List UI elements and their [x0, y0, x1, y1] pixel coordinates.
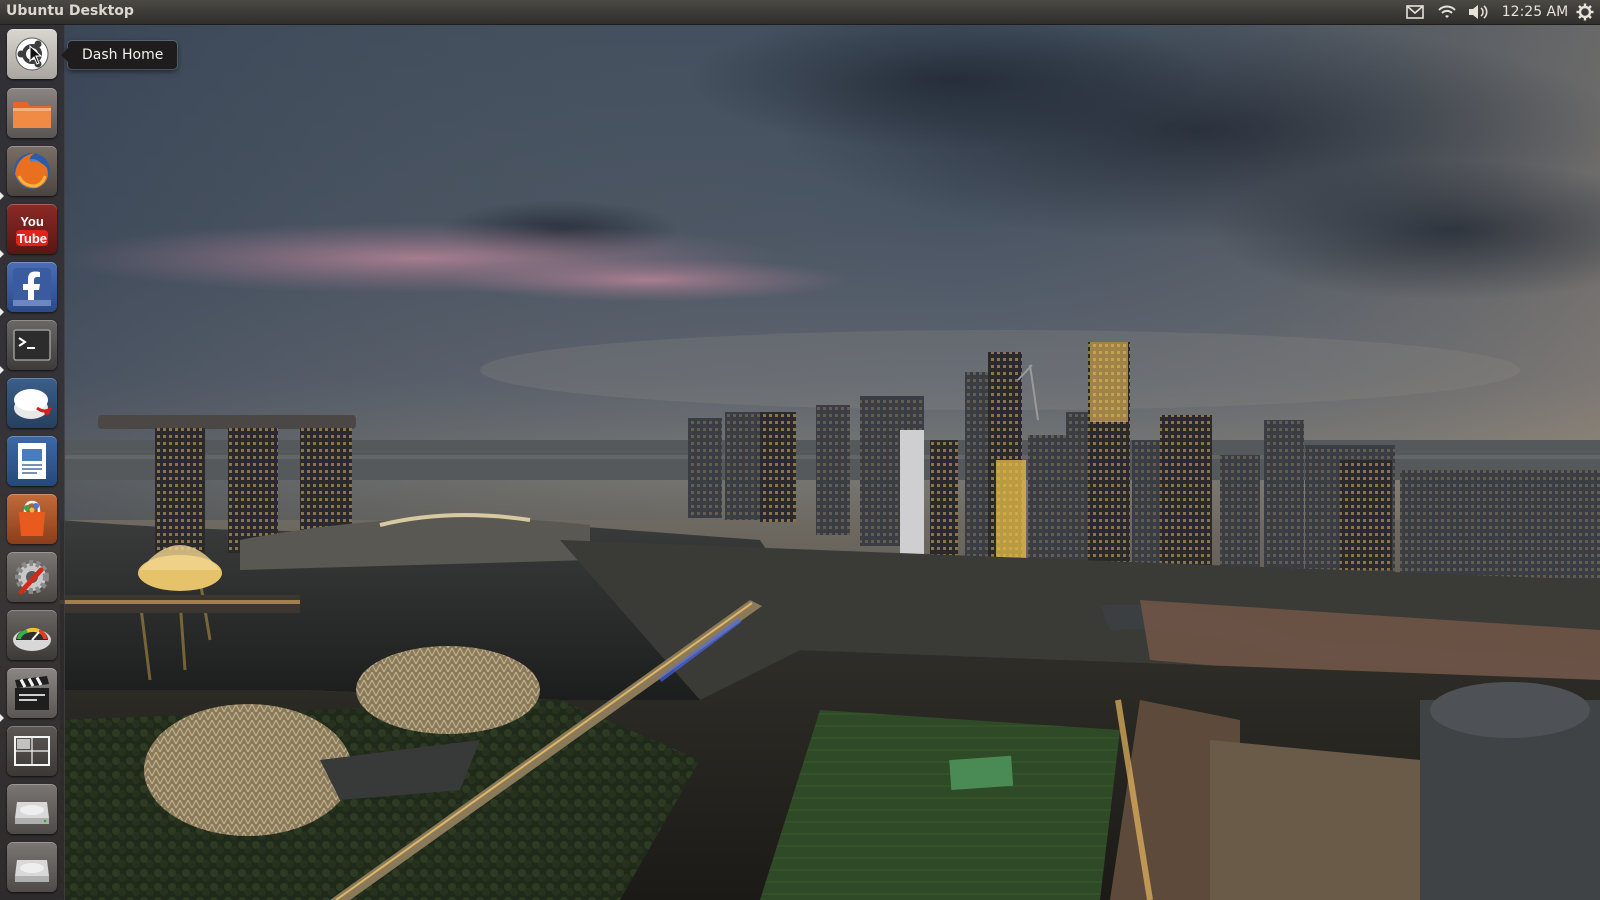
system-settings-icon	[15, 560, 49, 595]
launcher: You Tube	[0, 25, 65, 900]
terminal-icon	[13, 329, 51, 361]
workspace-switcher-icon	[14, 736, 50, 766]
launcher-item-disk-utility[interactable]	[7, 378, 57, 428]
running-indicator	[0, 250, 4, 258]
volume-icon[interactable]	[1466, 3, 1490, 21]
launcher-item-drive-2[interactable]	[7, 842, 57, 892]
gear-icon[interactable]	[1574, 3, 1596, 21]
svg-text:You: You	[20, 214, 44, 229]
launcher-item-youtube[interactable]: You Tube	[7, 204, 57, 254]
launcher-item-drive[interactable]	[7, 784, 57, 834]
software-center-icon	[19, 500, 45, 536]
disk-utility-icon	[14, 389, 53, 419]
youtube-icon: You Tube	[16, 214, 48, 246]
launcher-item-video-editor[interactable]	[7, 668, 57, 718]
clock[interactable]: 12:25 AM	[1500, 3, 1570, 21]
svg-text:Tube: Tube	[17, 231, 47, 246]
drive-icon	[15, 860, 49, 882]
running-indicator	[0, 308, 4, 316]
launcher-item-software-center[interactable]	[7, 494, 57, 544]
desktop[interactable]: Ubuntu Desktop 12:25 AM You Tube Dash Ho…	[0, 0, 1600, 900]
launcher-item-text-editor[interactable]	[7, 436, 57, 486]
home-folder-icon	[13, 102, 51, 128]
panel-window-title: Ubuntu Desktop	[6, 3, 134, 19]
network-wifi-icon[interactable]	[1436, 3, 1458, 21]
dash-home-tooltip: Dash Home	[60, 41, 178, 69]
mouse-pointer-icon	[29, 45, 43, 65]
running-indicator	[0, 192, 4, 200]
launcher-item-terminal[interactable]	[7, 320, 57, 370]
launcher-item-workspace-switcher[interactable]	[7, 726, 57, 776]
text-editor-icon	[18, 443, 46, 479]
launcher-item-facebook[interactable]	[7, 262, 57, 312]
running-indicator	[0, 714, 4, 722]
launcher-item-firefox[interactable]	[7, 146, 57, 196]
system-monitor-icon	[13, 628, 51, 651]
facebook-icon	[13, 268, 51, 306]
launcher-item-home-folder[interactable]	[7, 88, 57, 138]
mail-icon[interactable]	[1404, 3, 1426, 21]
launcher-item-system-settings[interactable]	[7, 552, 57, 602]
desktop-wallpaper	[0, 0, 1600, 900]
running-indicator	[0, 366, 4, 374]
launcher-item-system-monitor[interactable]	[7, 610, 57, 660]
top-panel: Ubuntu Desktop 12:25 AM	[0, 0, 1600, 25]
video-editor-icon	[15, 676, 49, 710]
firefox-icon	[14, 153, 50, 189]
drive-icon	[15, 802, 49, 824]
